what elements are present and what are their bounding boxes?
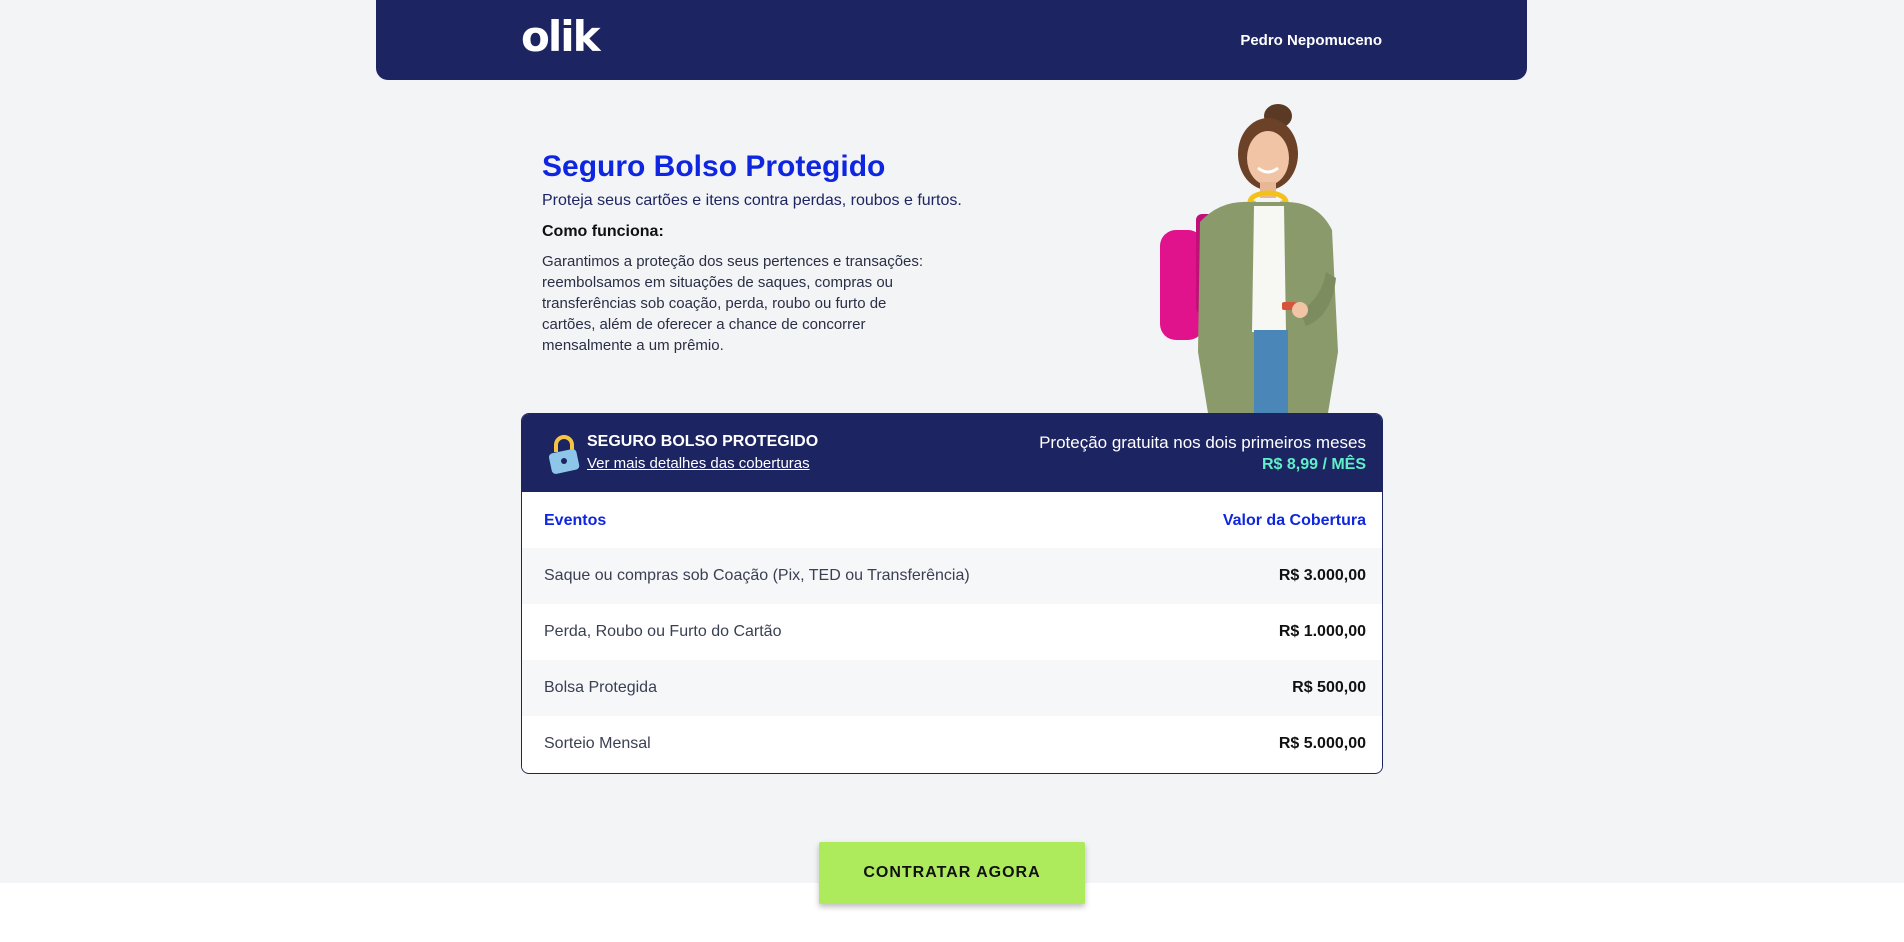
row-event: Sorteio Mensal — [544, 735, 651, 752]
column-header-events: Eventos — [544, 512, 607, 529]
top-header: olik Pedro Nepomuceno — [376, 0, 1527, 80]
row-value: R$ 500,00 — [1292, 679, 1366, 696]
table-row: Saque ou compras sob Coação (Pix, TED ou… — [522, 548, 1382, 604]
monthly-price: R$ 8,99 / MÊS — [1261, 456, 1366, 473]
coverage-card: SEGURO BOLSO PROTEGIDO Ver mais detalhes… — [521, 413, 1383, 774]
row-event: Saque ou compras sob Coação (Pix, TED ou… — [544, 567, 970, 584]
row-value: R$ 3.000,00 — [1278, 567, 1366, 584]
coverage-table-header: Eventos Valor da Cobertura — [522, 492, 1382, 548]
contract-now-button[interactable]: CONTRATAR AGORA — [819, 842, 1085, 904]
page-title: Seguro Bolso Protegido — [542, 150, 886, 183]
page-subtitle: Proteja seus cartões e itens contra perd… — [542, 192, 962, 209]
column-header-value: Valor da Cobertura — [1222, 512, 1366, 529]
hero-person-image — [1160, 104, 1338, 413]
lock-icon — [548, 435, 580, 474]
coverage-details-link[interactable]: Ver mais detalhes das coberturas — [587, 455, 810, 472]
coverage-card-title: SEGURO BOLSO PROTEGIDO — [587, 433, 819, 450]
row-event: Bolsa Protegida — [544, 679, 657, 696]
table-row: Perda, Roubo ou Furto do Cartão R$ 1.000… — [522, 604, 1382, 660]
coverage-table-body: Saque ou compras sob Coação (Pix, TED ou… — [522, 548, 1382, 772]
coverage-card-header: SEGURO BOLSO PROTEGIDO Ver mais detalhes… — [522, 414, 1382, 492]
row-value: R$ 5.000,00 — [1278, 735, 1366, 752]
table-row: Sorteio Mensal R$ 5.000,00 — [522, 716, 1382, 772]
how-it-works-heading: Como funciona: — [542, 223, 664, 240]
user-name[interactable]: Pedro Nepomuceno — [1240, 32, 1382, 49]
intro-section: Seguro Bolso Protegido Proteja seus cart… — [542, 150, 982, 356]
row-event: Perda, Roubo ou Furto do Cartão — [544, 623, 782, 640]
promo-text: Proteção gratuita nos dois primeiros mes… — [1039, 433, 1366, 452]
how-it-works-text: Garantimos a proteção dos seus pertences… — [542, 253, 924, 354]
olik-logo[interactable]: olik — [521, 12, 601, 61]
table-row: Bolsa Protegida R$ 500,00 — [522, 660, 1382, 716]
row-value: R$ 1.000,00 — [1278, 623, 1366, 640]
